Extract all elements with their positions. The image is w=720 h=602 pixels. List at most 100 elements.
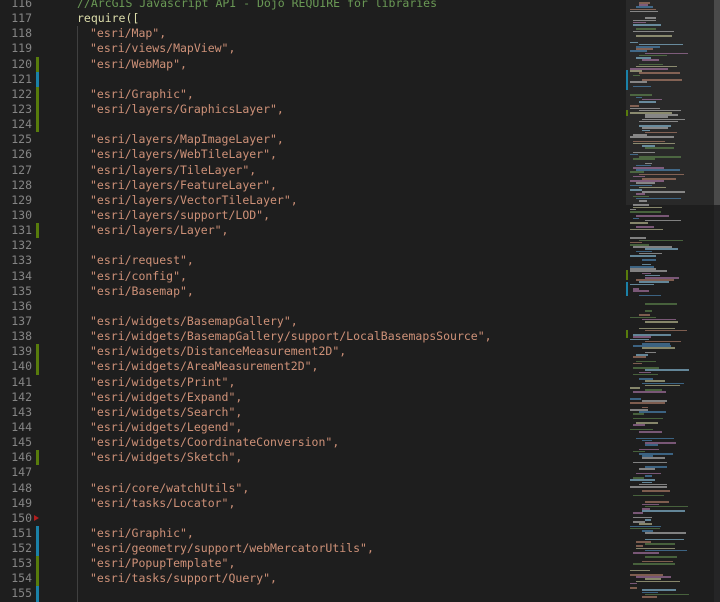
code-line[interactable]: 139 "esri/widgets/DistanceMeasurement2D",	[0, 344, 626, 360]
minimap-line	[633, 158, 655, 160]
gutter-added-marker[interactable]	[36, 101, 39, 118]
code-line[interactable]: 154 "esri/tasks/support/Query",	[0, 571, 626, 587]
gutter-modified-marker[interactable]	[36, 586, 39, 602]
minimap-line	[630, 402, 666, 404]
code-line[interactable]: 150	[0, 510, 626, 526]
gutter-added-marker[interactable]	[36, 556, 39, 572]
code-editor[interactable]: 116 //ArcGIS Javascript API - Dojo REQUIR…	[0, 0, 720, 602]
minimap-line	[633, 362, 642, 365]
line-number: 139	[11, 344, 32, 359]
code-line[interactable]: 128 "esri/layers/FeatureLayer",	[0, 177, 626, 193]
code-line[interactable]: 130 "esri/layers/support/LOD",	[0, 207, 626, 224]
minimap-line	[630, 81, 648, 83]
code-line[interactable]: 152 "esri/geometry/support/webMercatorUti…	[0, 541, 626, 557]
code-line[interactable]: 121	[0, 71, 626, 87]
gutter-modified-marker[interactable]	[36, 541, 39, 557]
code-line[interactable]: 146 "esri/widgets/Sketch",	[0, 450, 626, 466]
code-line[interactable]: 122 "esri/Graphic",	[0, 86, 626, 102]
code-line[interactable]: 148 "esri/core/watchUtils",	[0, 480, 626, 496]
gutter-modified-marker[interactable]	[36, 525, 39, 542]
code-line[interactable]: 143 "esri/widgets/Search",	[0, 404, 626, 420]
minimap-line	[630, 222, 649, 224]
indent-guide	[77, 26, 78, 42]
gutter-added-marker[interactable]	[36, 117, 39, 133]
code-line[interactable]: 124	[0, 117, 626, 133]
code-line[interactable]: 153 "esri/PopupTemplate",	[0, 556, 626, 572]
gutter-added-marker[interactable]	[36, 359, 39, 375]
minimap-line	[633, 391, 666, 393]
code-line[interactable]: 129 "esri/layers/VectorTileLayer",	[0, 192, 626, 208]
minimap[interactable]	[626, 0, 720, 602]
code-line[interactable]: 151 "esri/Graphic",	[0, 525, 626, 542]
minimap-line	[630, 587, 637, 589]
indent-guide	[77, 571, 78, 587]
gutter-added-marker[interactable]	[36, 450, 39, 466]
minimap-line	[630, 283, 654, 286]
minimap-line	[642, 596, 657, 598]
code-line[interactable]: 116 //ArcGIS Javascript API - Dojo REQUIR…	[0, 0, 626, 11]
minimap-change-marker	[626, 282, 628, 296]
code-line[interactable]: 136	[0, 298, 626, 314]
line-number: 126	[11, 147, 32, 162]
code-text: "esri/layers/MapImageLayer",	[90, 132, 284, 147]
gutter-added-marker[interactable]	[36, 571, 39, 587]
line-number: 132	[11, 238, 32, 253]
code-line[interactable]: 132	[0, 238, 626, 254]
code-line[interactable]: 149 "esri/tasks/Locator",	[0, 495, 626, 511]
line-number: 143	[11, 404, 32, 419]
code-line[interactable]: 142 "esri/widgets/Expand",	[0, 389, 626, 405]
code-text: "esri/Graphic",	[90, 525, 194, 540]
code-text: "esri/layers/VectorTileLayer",	[90, 192, 298, 207]
code-line[interactable]: 123 "esri/layers/GraphicsLayer",	[0, 101, 626, 118]
code-line[interactable]: 140 "esri/widgets/AreaMeasurement2D",	[0, 359, 626, 375]
code-line[interactable]: 141 "esri/widgets/Print",	[0, 374, 626, 390]
gutter-added-marker[interactable]	[36, 86, 39, 102]
gutter-added-marker[interactable]	[36, 344, 39, 360]
code-line[interactable]: 117 require([	[0, 11, 626, 26]
code-line[interactable]: 133 "esri/request",	[0, 253, 626, 269]
indent-guide	[77, 238, 78, 254]
code-line[interactable]: 126 "esri/layers/WebTileLayer",	[0, 147, 626, 163]
indent-guide	[77, 162, 78, 178]
code-text: "esri/layers/WebTileLayer",	[90, 147, 277, 162]
code-line[interactable]: 119 "esri/views/MapView",	[0, 41, 626, 57]
code-line[interactable]: 155	[0, 586, 626, 602]
line-number: 142	[11, 389, 32, 404]
vertical-scrollbar[interactable]	[714, 0, 720, 602]
line-number: 151	[11, 525, 32, 540]
code-text: "esri/request",	[90, 253, 194, 268]
line-number: 145	[11, 435, 32, 450]
minimap-line	[633, 413, 644, 415]
code-line[interactable]: 118 "esri/Map",	[0, 26, 626, 42]
minimap-line	[633, 494, 664, 497]
code-text: "esri/views/MapView",	[90, 41, 236, 56]
code-line[interactable]: 137 "esri/widgets/BasemapGallery",	[0, 313, 626, 330]
code-text: "esri/Map",	[90, 26, 167, 41]
scrollbar-thumb[interactable]	[714, 0, 720, 205]
indent-guide	[77, 283, 78, 299]
code-line[interactable]: 138 "esri/widgets/BasemapGallery/support/…	[0, 329, 626, 345]
code-line[interactable]: 134 "esri/config",	[0, 268, 626, 284]
line-number: 123	[11, 101, 32, 116]
code-line[interactable]: 145 "esri/widgets/CoordinateConversion",	[0, 435, 626, 451]
code-line[interactable]: 135 "esri/Basemap",	[0, 283, 626, 299]
gutter-deleted-marker[interactable]	[34, 514, 39, 521]
line-number: 122	[11, 86, 32, 101]
indent-guide	[77, 480, 78, 496]
gutter-added-marker[interactable]	[36, 56, 39, 72]
minimap-line	[630, 387, 640, 389]
gutter-modified-marker[interactable]	[36, 71, 39, 87]
gutter-added-marker[interactable]	[36, 223, 39, 239]
code-line[interactable]: 125 "esri/layers/MapImageLayer",	[0, 132, 626, 148]
code-line[interactable]: 144 "esri/widgets/Legend",	[0, 419, 626, 436]
code-line[interactable]: 131 "esri/layers/Layer",	[0, 223, 626, 239]
code-area[interactable]: 116 //ArcGIS Javascript API - Dojo REQUIR…	[0, 0, 626, 602]
indent-guide	[77, 389, 78, 405]
line-number: 136	[11, 298, 32, 313]
minimap-line	[639, 294, 661, 297]
line-number: 133	[11, 253, 32, 268]
code-line[interactable]: 120 "esri/WebMap",	[0, 56, 626, 72]
code-line[interactable]: 147	[0, 465, 626, 481]
code-line[interactable]: 127 "esri/layers/TileLayer",	[0, 162, 626, 178]
minimap-line	[642, 510, 685, 512]
